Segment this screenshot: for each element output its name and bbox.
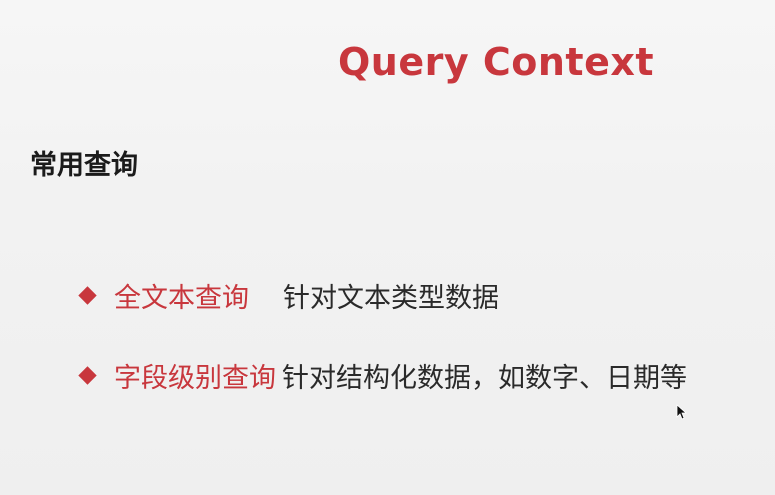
slide-title: Query Context <box>338 40 655 84</box>
section-heading: 常用查询 <box>30 150 138 181</box>
bullet-item-field-level-query: 字段级别查询 针对结构化数据，如数字、日期等 <box>78 356 687 395</box>
diamond-bullet-icon <box>78 366 97 385</box>
bullet-description: 针对文本类型数据 <box>283 283 499 314</box>
slide: Query Context 常用查询 全文本查询 针对文本类型数据 字段级别查询… <box>0 0 775 495</box>
diamond-bullet-icon <box>78 286 97 305</box>
mouse-pointer-icon <box>676 404 688 420</box>
bullet-term: 全文本查询 <box>114 283 249 314</box>
bullet-term: 字段级别查询 <box>114 363 276 394</box>
bullet-item-full-text-query: 全文本查询 针对文本类型数据 <box>78 276 499 315</box>
bullet-description: 针对结构化数据，如数字、日期等 <box>282 363 687 394</box>
